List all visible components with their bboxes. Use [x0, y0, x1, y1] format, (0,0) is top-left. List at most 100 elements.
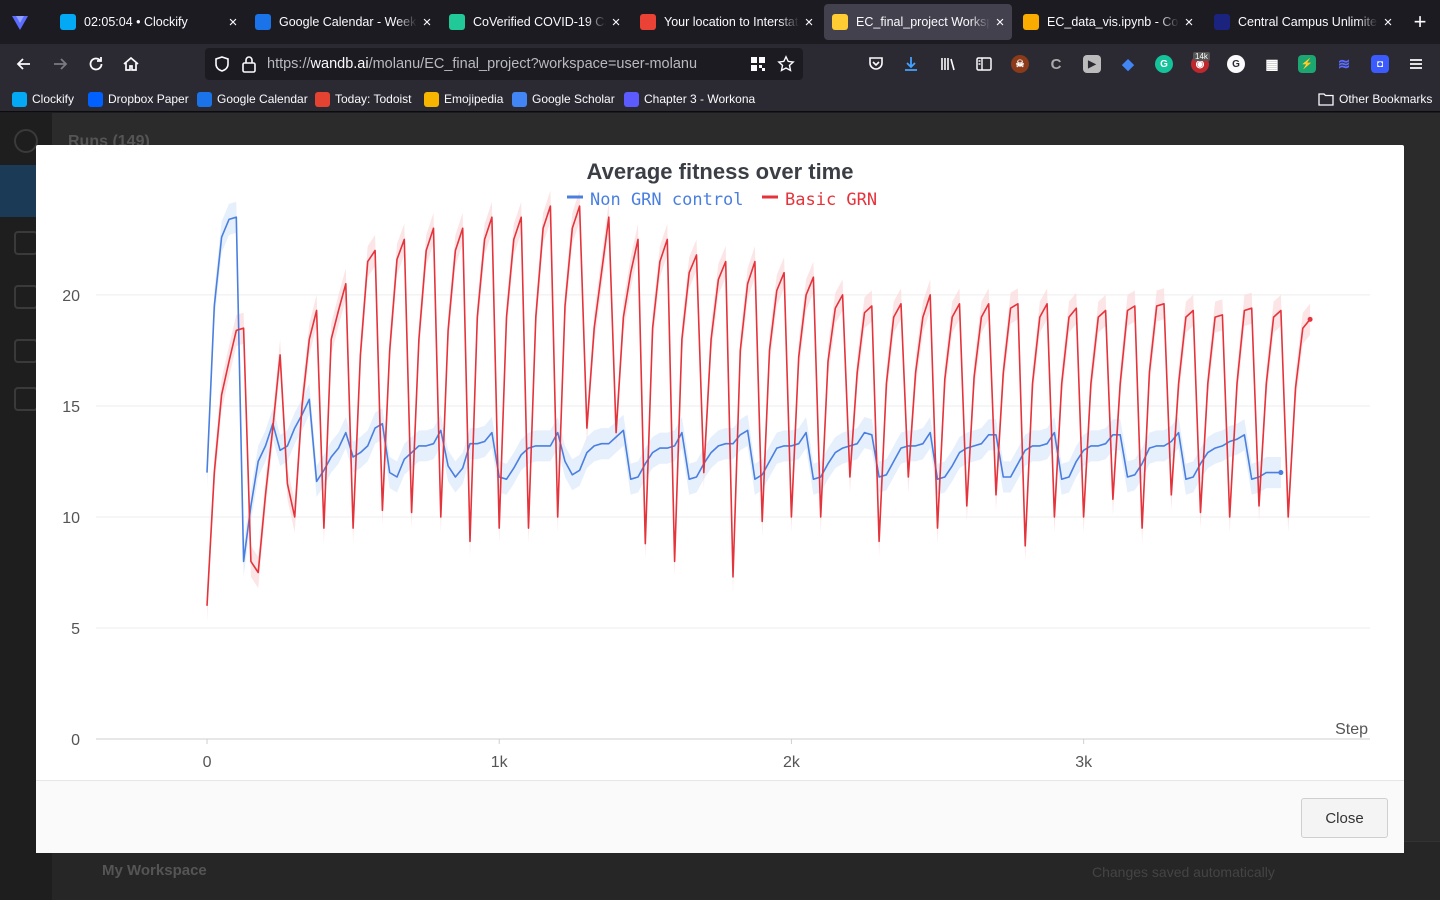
grammarly-icon[interactable]: G [1155, 55, 1173, 73]
emojipedia-icon [424, 91, 439, 107]
bookmark-item[interactable]: Today: Todoist [315, 90, 412, 108]
clockify-extension-icon[interactable]: C [1047, 55, 1065, 73]
navigation-toolbar: https://wandb.ai/molanu/EC_final_project… [0, 44, 1440, 85]
x-tick-label: 3k [1075, 754, 1093, 771]
hamburger-menu-icon [1410, 59, 1422, 69]
y-tick-label: 20 [62, 288, 80, 305]
lock-icon[interactable] [241, 55, 257, 73]
shield-icon[interactable] [213, 55, 231, 73]
tab-title: EC_data_vis.ipynb - Colab [1047, 15, 1179, 29]
dropbox-icon [88, 91, 103, 107]
home-button[interactable] [117, 50, 145, 78]
close-tab-icon[interactable]: × [606, 14, 626, 31]
chart-title: Average fitness over time [587, 159, 854, 184]
browser-tab[interactable]: EC_data_vis.ipynb - Colab× [1015, 4, 1201, 40]
close-tab-icon[interactable]: × [1179, 14, 1199, 31]
todoist-icon [315, 91, 330, 107]
download-icon[interactable] [902, 55, 920, 73]
pocket-icon[interactable] [867, 55, 885, 73]
other-bookmarks[interactable]: Other Bookmarks [1318, 90, 1432, 108]
back-button[interactable] [10, 50, 38, 78]
other-bookmarks-label: Other Bookmarks [1339, 92, 1433, 106]
series-end-point [1278, 470, 1284, 476]
central-campus-icon [1214, 14, 1230, 30]
chart-legend: Non GRN control Basic GRN [567, 190, 877, 210]
bookmark-item[interactable]: Emojipedia [424, 90, 503, 108]
browser-tab[interactable]: Google Calendar - Week of × [247, 4, 439, 40]
tab-title: Your location to Interstate [664, 15, 799, 29]
scholar-extension-icon[interactable]: ◆ [1119, 55, 1137, 73]
workona-icon [624, 91, 639, 107]
folder-icon [1318, 93, 1334, 106]
wandb-icon [832, 14, 848, 30]
google-maps-icon [640, 14, 656, 30]
bookmark-label: Emojipedia [444, 92, 504, 106]
tab-strip: 02:05:04 • Clockify × Google Calendar - We… [0, 0, 1440, 44]
tab-title: EC_final_project Workspace [856, 15, 990, 29]
x-axis-label: Step [1335, 721, 1368, 738]
bookmarks-toolbar: Clockify Dropbox Paper Google Calendar Toda… [0, 85, 1440, 112]
chart-area: 0 5 10 15 20 0 1k 2k 3k Average fitness over tim… [36, 145, 1404, 780]
chart-modal: 0 5 10 15 20 0 1k 2k 3k Average fitness over tim… [36, 145, 1404, 853]
url-path: /molanu/EC_final_project?workspace=user-… [368, 56, 698, 72]
url-text[interactable]: https://wandb.ai/molanu/EC_final_project… [267, 56, 697, 72]
clockify-icon [60, 14, 76, 30]
chart-axes: 0 5 10 15 20 0 1k 2k 3k [62, 288, 1093, 771]
close-tab-icon[interactable]: × [799, 14, 819, 31]
close-tab-icon[interactable]: × [1378, 14, 1398, 31]
line-chart[interactable]: 0 5 10 15 20 0 1k 2k 3k Average fitness over tim… [36, 145, 1404, 780]
bookmark-star-icon[interactable] [777, 55, 795, 73]
privacy-extension-icon[interactable]: ⚡ [1298, 55, 1316, 73]
info-icon[interactable] [14, 129, 38, 153]
play-extension-icon[interactable]: ▶ [1083, 55, 1101, 73]
pirate-extension-icon[interactable]: ☠ [1011, 55, 1029, 73]
colab-icon [1023, 14, 1039, 30]
bookmark-item[interactable]: Clockify [12, 90, 74, 108]
chart-grid [96, 294, 1370, 740]
qr-code-icon[interactable] [750, 56, 766, 72]
workona-extension-icon[interactable]: ≋ [1335, 55, 1353, 73]
bookmark-item[interactable]: Google Scholar [512, 90, 615, 108]
url-prefix: https:// [267, 56, 311, 72]
reload-icon [89, 57, 103, 71]
close-tab-icon[interactable]: × [223, 14, 243, 31]
bookmark-item[interactable]: Chapter 3 - Workona [624, 90, 755, 108]
browser-tab[interactable]: 02:05:04 • Clockify × [52, 4, 245, 40]
bitwarden-icon[interactable]: ◘ [1371, 55, 1389, 73]
close-tab-icon[interactable]: × [417, 14, 437, 31]
workspace-name[interactable]: My Workspace [102, 862, 207, 879]
extensions-grid-icon[interactable]: ▦ [1263, 55, 1281, 73]
menu-button[interactable] [1402, 50, 1430, 78]
close-tab-icon[interactable]: × [990, 14, 1010, 31]
workona-icon[interactable] [10, 12, 30, 32]
browser-tab[interactable]: Central Campus Unlimited × [1206, 4, 1400, 40]
bookmark-item[interactable]: Dropbox Paper [88, 90, 189, 108]
google-scholar-icon [512, 91, 527, 107]
g-extension-icon[interactable]: G [1227, 55, 1245, 73]
library-icon[interactable] [939, 55, 957, 73]
x-tick-label: 2k [783, 754, 801, 771]
artifacts-icon[interactable] [14, 387, 38, 411]
forward-button[interactable] [46, 50, 74, 78]
reload-button[interactable] [82, 50, 110, 78]
browser-tab[interactable]: EC_final_project Workspace× [824, 4, 1012, 40]
close-button[interactable]: Close [1301, 798, 1388, 838]
table-icon[interactable] [14, 231, 38, 255]
bookmark-label: Google Calendar [217, 92, 308, 106]
new-tab-button[interactable]: + [1406, 8, 1434, 36]
sidebar-icon[interactable] [975, 55, 993, 73]
bookmark-item[interactable]: Google Calendar [197, 90, 308, 108]
x-tick-label: 0 [203, 754, 212, 771]
bookmark-label: Google Scholar [532, 92, 615, 106]
sweep-icon[interactable] [14, 339, 38, 363]
address-bar[interactable]: https://wandb.ai/molanu/EC_final_project… [205, 48, 803, 80]
report-icon[interactable] [14, 285, 38, 309]
y-tick-label: 15 [62, 399, 80, 416]
browser-tab[interactable]: CoVerified COVID-19 Campus× [441, 4, 628, 40]
tab-title: Central Campus Unlimited [1238, 15, 1378, 29]
modal-footer: Close [36, 780, 1404, 853]
browser-tab[interactable]: Your location to Interstate × [632, 4, 821, 40]
bookmark-label: Clockify [32, 92, 75, 106]
google-calendar-icon [197, 91, 212, 107]
extension-badge: 14k [1193, 52, 1210, 61]
